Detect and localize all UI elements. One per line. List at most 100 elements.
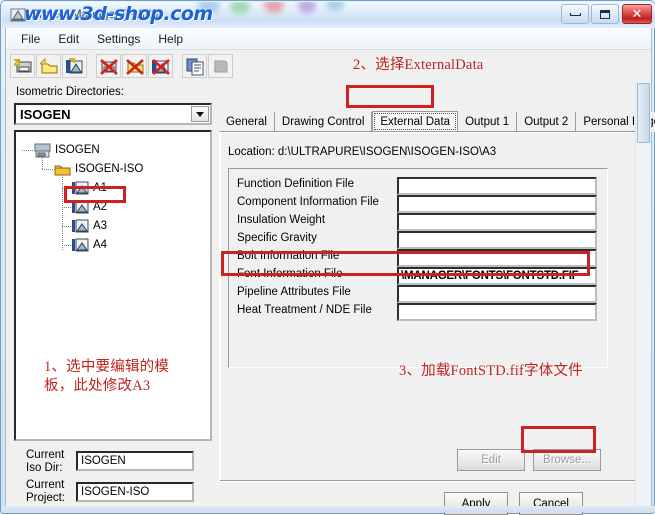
field-label: Function Definition File <box>237 178 354 190</box>
tree-item-a3[interactable]: A3 <box>72 217 107 235</box>
directory-tree[interactable]: ISOGEN ISOGEN-ISO A1 A2 A3 A4 1、选中要编辑的模 … <box>14 130 212 441</box>
new-project-button[interactable] <box>36 54 61 78</box>
menu-item-settings[interactable]: Settings <box>88 30 149 48</box>
delete-project-icon <box>126 59 144 75</box>
tree-item-label: A4 <box>93 239 108 251</box>
title-bar[interactable]: Project Manager [FULL] www.3d-shop.com ✕ <box>2 2 655 28</box>
vertical-scrollbar[interactable] <box>635 82 651 508</box>
tree-item-label: ISOGEN-ISO <box>75 163 144 175</box>
watermark-text: www.3d-shop.com <box>24 3 213 25</box>
specific-gravity-input[interactable] <box>397 231 597 249</box>
new-drawing-button[interactable] <box>62 54 87 78</box>
left-panel: Isometric Directories: ISOGEN ISOGEN ISO… <box>14 86 214 441</box>
field-row-pipeline-attributes: Pipeline Attributes File <box>229 285 607 303</box>
font-information-file-input[interactable]: \MANAGER\FONTS\FONTSTD.FIF <box>397 267 597 285</box>
scrollbar-thumb[interactable] <box>637 83 650 143</box>
field-row-bolt-information: Bolt Information File <box>229 249 607 267</box>
drive-icon <box>34 143 51 157</box>
isometric-directories-label: Isometric Directories: <box>16 86 124 98</box>
pipeline-attributes-file-input[interactable] <box>397 285 597 303</box>
field-row-heat-treatment: Heat Treatment / NDE File <box>229 303 607 321</box>
tab-output-1[interactable]: Output 1 <box>458 112 518 132</box>
settings-tab-panel: General Drawing Control External Data Ou… <box>219 110 655 482</box>
watermark-blob <box>326 2 344 11</box>
field-label: Pipeline Attributes File <box>237 286 351 298</box>
tab-general[interactable]: General <box>219 112 275 132</box>
current-project-label-line2: Project: <box>26 492 65 504</box>
minimize-button[interactable] <box>561 4 589 24</box>
field-label: Component Information File <box>237 196 379 208</box>
component-information-file-input[interactable] <box>397 195 597 213</box>
tree-connector <box>62 245 72 246</box>
new-iso-dir-button[interactable] <box>10 54 35 78</box>
current-project-field[interactable]: ISOGEN-ISO <box>76 482 194 502</box>
tree-connector <box>62 188 72 189</box>
watermark-blob <box>298 2 316 13</box>
window-bottom-strip <box>2 506 655 512</box>
tree-connector <box>62 207 72 208</box>
close-button[interactable]: ✕ <box>622 4 652 24</box>
heat-treatment-nde-file-input[interactable] <box>397 303 597 321</box>
field-row-insulation-weight: Insulation Weight <box>229 213 607 231</box>
tree-item-a1[interactable]: A1 <box>72 179 107 197</box>
close-icon: ✕ <box>631 6 643 22</box>
tree-item-label: A3 <box>93 220 108 232</box>
toolbar <box>6 50 651 82</box>
menu-item-file[interactable]: File <box>12 30 49 48</box>
tab-content-external-data: Location: d:\ULTRAPURE\ISOGEN\ISOGEN-ISO… <box>219 131 651 482</box>
tree-item-isogen[interactable]: ISOGEN <box>34 141 100 159</box>
bolt-information-file-input[interactable] <box>397 249 597 267</box>
field-label: Bolt Information File <box>237 250 340 262</box>
edit-button[interactable]: Edit <box>457 449 525 471</box>
tab-external-data[interactable]: External Data <box>372 111 459 132</box>
location-path: Location: d:\ULTRAPURE\ISOGEN\ISOGEN-ISO… <box>228 146 497 158</box>
drawing-icon <box>72 200 89 213</box>
copy-button[interactable] <box>182 54 207 78</box>
tree-item-a2[interactable]: A2 <box>72 198 107 216</box>
tree-connector <box>62 226 72 227</box>
isometric-directories-value: ISOGEN <box>20 107 71 122</box>
tree-item-label: A1 <box>93 182 108 194</box>
field-row-component-information: Component Information File <box>229 195 607 213</box>
field-label: Specific Gravity <box>237 232 317 244</box>
annotation-step-1-line1: 1、选中要编辑的模 <box>44 359 170 375</box>
tree-item-a4[interactable]: A4 <box>72 236 107 254</box>
annotation-step-1-line2: 板，此处修改A3 <box>44 378 151 394</box>
combobox-dropdown-button[interactable] <box>191 106 209 122</box>
function-definition-file-input[interactable] <box>397 177 597 195</box>
minimize-icon <box>562 5 588 23</box>
menu-item-edit[interactable]: Edit <box>49 30 88 48</box>
watermark-blob <box>230 2 250 14</box>
delete-project-button[interactable] <box>122 54 147 78</box>
delete-iso-dir-icon <box>100 59 118 75</box>
watermark-blob <box>264 2 284 13</box>
menu-item-help[interactable]: Help <box>149 30 192 48</box>
current-iso-dir-field[interactable]: ISOGEN <box>76 451 194 471</box>
paste-icon <box>214 60 228 73</box>
tree-connector <box>42 169 54 170</box>
new-iso-dir-icon <box>14 58 32 73</box>
isometric-directories-combobox[interactable]: ISOGEN <box>14 103 212 125</box>
drawing-icon <box>72 238 89 251</box>
maximize-icon <box>592 5 618 23</box>
browse-button[interactable]: Browse... <box>533 449 601 471</box>
maximize-button[interactable] <box>591 4 619 24</box>
tree-item-isogen-iso[interactable]: ISOGEN-ISO <box>54 160 143 178</box>
chevron-down-icon <box>196 111 204 117</box>
delete-drawing-icon <box>152 59 170 75</box>
delete-drawing-button[interactable] <box>148 54 173 78</box>
current-project-label-line1: Current <box>26 479 65 491</box>
tab-drawing-control[interactable]: Drawing Control <box>274 112 373 132</box>
tree-item-label: ISOGEN <box>55 144 100 156</box>
menu-bar: File Edit Settings Help <box>6 28 651 50</box>
folder-icon <box>54 165 71 176</box>
paste-button <box>208 54 233 78</box>
drawing-icon <box>72 181 89 194</box>
annotation-step-1: 1、选中要编辑的模 板，此处修改A3 <box>44 358 210 396</box>
delete-iso-dir-button[interactable] <box>96 54 121 78</box>
new-drawing-icon <box>66 58 83 74</box>
tab-output-2[interactable]: Output 2 <box>517 112 577 132</box>
field-label: Heat Treatment / NDE File <box>237 304 372 316</box>
insulation-weight-input[interactable] <box>397 213 597 231</box>
field-row-function-definition: Function Definition File <box>229 177 607 195</box>
